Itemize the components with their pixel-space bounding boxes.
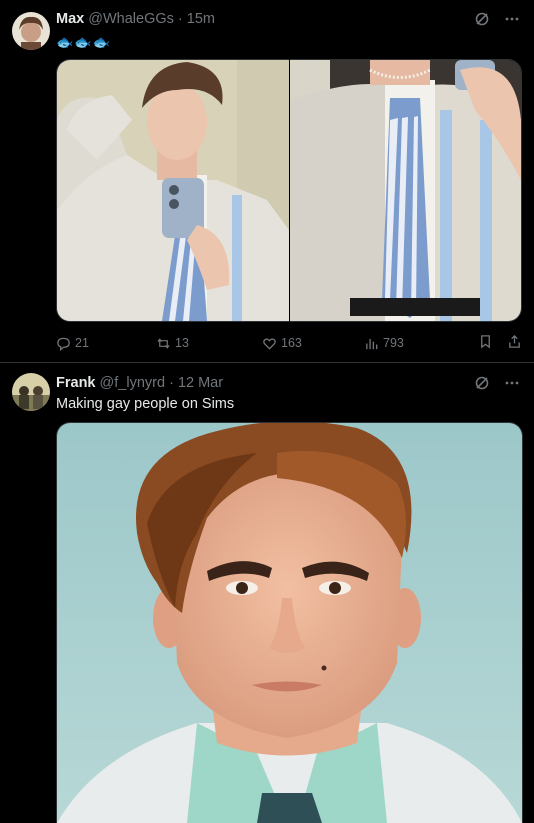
grok-icon[interactable] bbox=[474, 375, 490, 396]
tweet-text: 🐟🐟🐟 bbox=[56, 34, 112, 50]
tweet-photo[interactable] bbox=[56, 59, 289, 322]
views-icon bbox=[366, 338, 378, 349]
like-button[interactable]: 163 bbox=[262, 336, 364, 351]
tweet-timestamp[interactable]: 12 Mar bbox=[178, 375, 223, 391]
author-handle[interactable]: @WhaleGGs bbox=[88, 11, 174, 27]
tweet-text: Making gay people on Sims bbox=[56, 396, 235, 412]
tweet-photo[interactable] bbox=[56, 422, 523, 823]
repost-icon bbox=[157, 337, 170, 349]
bookmark-icon bbox=[481, 335, 490, 349]
repost-button[interactable]: 13 bbox=[156, 336, 262, 351]
tweet-extra-actions bbox=[478, 334, 522, 352]
reply-button[interactable]: 21 bbox=[56, 336, 156, 351]
reply-count: 21 bbox=[75, 336, 89, 350]
share-button[interactable] bbox=[507, 334, 522, 352]
bookmark-button[interactable] bbox=[478, 334, 493, 352]
reply-icon bbox=[57, 337, 70, 351]
tweet[interactable]: Frank @f_lynyrd · 12 Mar Making gay peop… bbox=[0, 363, 534, 823]
tweet-header: Max @WhaleGGs · 15m bbox=[56, 11, 215, 27]
heart-icon bbox=[263, 337, 276, 350]
grok-icon[interactable] bbox=[474, 11, 490, 32]
repost-count: 13 bbox=[175, 336, 189, 350]
avatar[interactable] bbox=[12, 373, 50, 411]
more-icon[interactable] bbox=[504, 11, 520, 32]
author-name[interactable]: Frank bbox=[56, 375, 96, 391]
author-handle[interactable]: @f_lynyrd bbox=[100, 375, 166, 391]
tweet-header-actions bbox=[474, 375, 520, 396]
share-icon bbox=[509, 334, 520, 348]
tweet-header-actions bbox=[474, 11, 520, 32]
views-button[interactable]: 793 bbox=[364, 336, 464, 351]
tweet[interactable]: Max @WhaleGGs · 15m 🐟🐟🐟 21 13 163 793 bbox=[0, 0, 534, 362]
separator-dot: · bbox=[177, 11, 183, 27]
more-icon[interactable] bbox=[504, 375, 520, 396]
tweet-photo[interactable] bbox=[290, 59, 522, 322]
tweet-header: Frank @f_lynyrd · 12 Mar bbox=[56, 375, 223, 391]
avatar[interactable] bbox=[12, 12, 50, 50]
like-count: 163 bbox=[281, 336, 302, 350]
tweet-actions: 21 13 163 793 bbox=[56, 334, 522, 352]
author-name[interactable]: Max bbox=[56, 11, 84, 27]
tweet-timestamp[interactable]: 15m bbox=[187, 11, 215, 27]
separator-dot: · bbox=[169, 375, 174, 391]
views-count: 793 bbox=[383, 336, 404, 350]
